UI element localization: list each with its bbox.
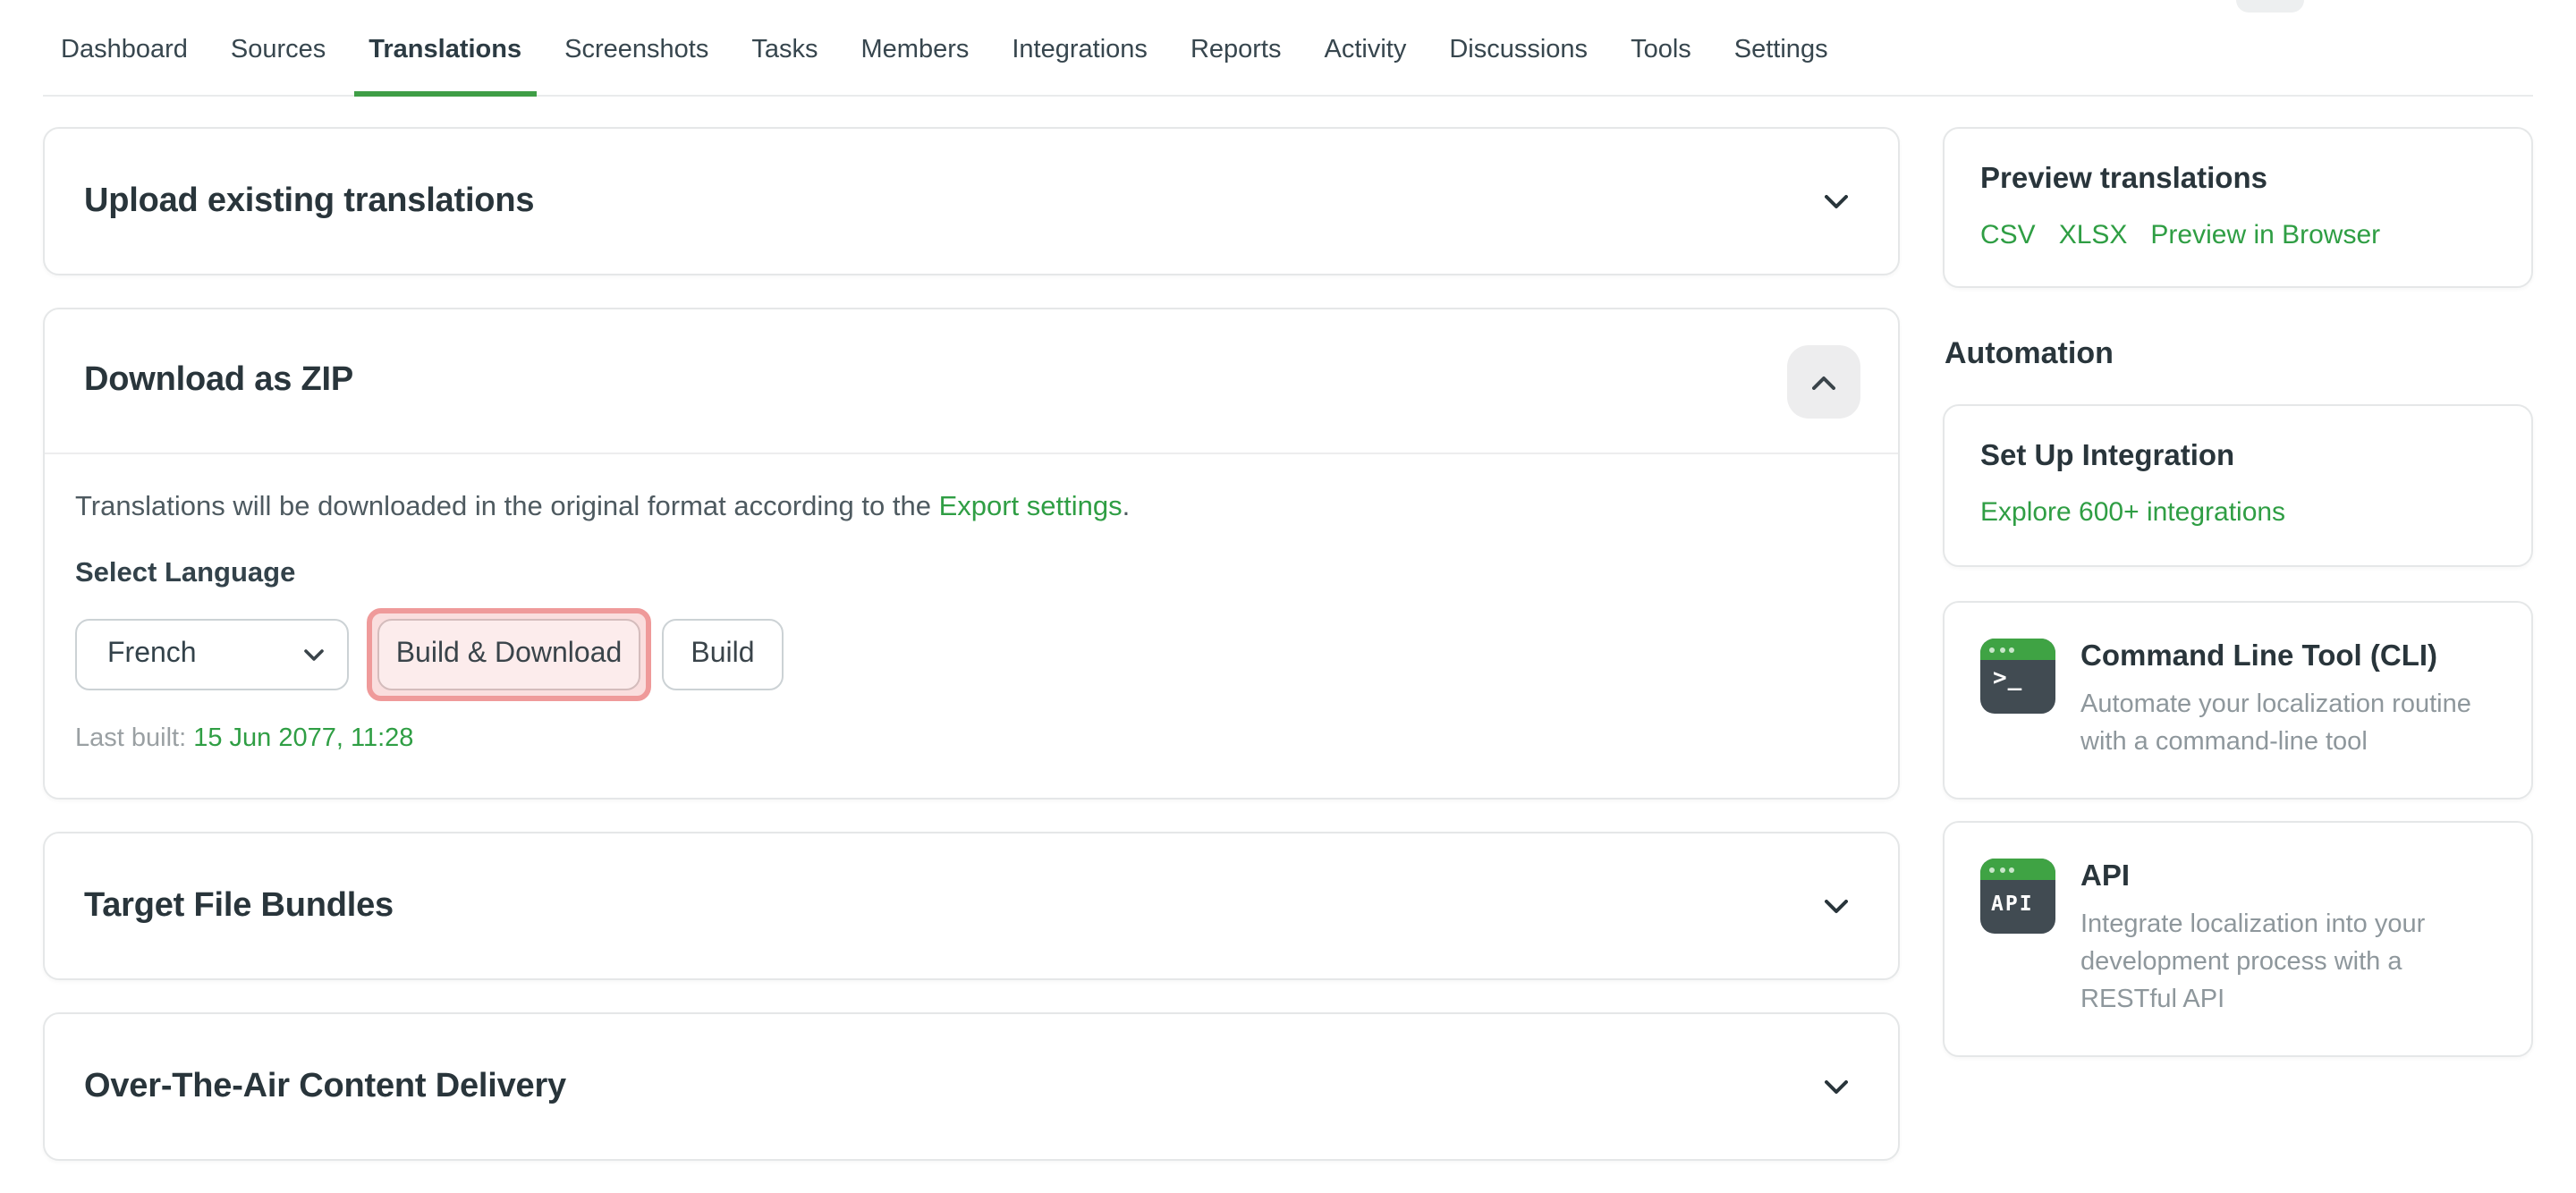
automation-heading: Automation xyxy=(1945,336,2533,372)
window-dot xyxy=(2009,867,2014,872)
chevron-up-icon xyxy=(1812,368,1835,394)
tab-settings[interactable]: Settings xyxy=(1720,0,1843,97)
select-language-label: Select Language xyxy=(75,558,1862,590)
chevron-down-icon xyxy=(1825,1079,1848,1094)
preview-translations-title: Preview translations xyxy=(1980,163,2496,197)
tab-sources[interactable]: Sources xyxy=(216,0,340,97)
tab-reports[interactable]: Reports xyxy=(1176,0,1296,97)
tab-tasks[interactable]: Tasks xyxy=(737,0,832,97)
tab-integrations[interactable]: Integrations xyxy=(997,0,1162,97)
sidebar: Preview translations CSV XLSX Preview in… xyxy=(1943,127,2533,1193)
window-dot xyxy=(1999,867,2004,872)
panel-title: Over-The-Air Content Delivery xyxy=(84,1067,566,1106)
language-select-value: French xyxy=(107,639,197,671)
build-button[interactable]: Build xyxy=(662,619,784,690)
partially-visible-top-pill xyxy=(2236,0,2304,13)
chevron-down-icon xyxy=(1825,899,1848,913)
api-description: Integrate localization into your develop… xyxy=(2080,907,2496,1020)
download-as-zip-header[interactable]: Download as ZIP xyxy=(45,309,1898,453)
preview-translations-card: Preview translations CSV XLSX Preview in… xyxy=(1943,127,2533,288)
cli-description: Automate your localization routine with … xyxy=(2080,687,2496,762)
csv-link[interactable]: CSV xyxy=(1980,220,2036,250)
tab-dashboard[interactable]: Dashboard xyxy=(47,0,202,97)
tab-screenshots[interactable]: Screenshots xyxy=(550,0,723,97)
main-column: Upload existing translations Download as… xyxy=(43,127,1900,1193)
last-built-date: 15 Jun 2077, 11:28 xyxy=(193,724,413,753)
export-settings-link[interactable]: Export settings xyxy=(939,492,1123,522)
xlsx-link[interactable]: XLSX xyxy=(2059,220,2128,250)
explore-integrations-link[interactable]: Explore 600+ integrations xyxy=(1980,497,2285,528)
window-dot xyxy=(1999,647,2004,652)
last-built-status: Last built: 15 Jun 2077, 11:28 xyxy=(75,724,1862,753)
panel-title: Target File Bundles xyxy=(84,886,394,926)
page: Dashboard Sources Translations Screensho… xyxy=(0,0,2576,1179)
panel-upload-existing-translations[interactable]: Upload existing translations xyxy=(43,127,1900,275)
tab-members[interactable]: Members xyxy=(847,0,984,97)
download-description: Translations will be downloaded in the o… xyxy=(75,492,1862,524)
api-promo-card[interactable]: API API Integrate localization into your… xyxy=(1943,821,2533,1057)
terminal-cli-icon: >_ xyxy=(1980,639,2055,714)
terminal-prompt-glyph: >_ xyxy=(1980,660,2055,692)
chevron-down-icon xyxy=(1825,194,1848,208)
panel-title: Download as ZIP xyxy=(84,361,353,401)
panel-download-as-zip: Download as ZIP Translations will be dow… xyxy=(43,308,1900,800)
window-dot xyxy=(1989,867,1995,872)
set-up-integration-card: Set Up Integration Explore 600+ integrat… xyxy=(1943,404,2533,567)
tab-translations[interactable]: Translations xyxy=(354,0,536,97)
project-tab-bar: Dashboard Sources Translations Screensho… xyxy=(43,0,2533,97)
panel-target-file-bundles[interactable]: Target File Bundles xyxy=(43,832,1900,980)
select-caret-icon xyxy=(304,639,324,671)
panel-over-the-air-content-delivery[interactable]: Over-The-Air Content Delivery xyxy=(43,1012,1900,1161)
api-title: API xyxy=(2080,859,2496,896)
set-up-integration-title: Set Up Integration xyxy=(1980,440,2496,474)
action-highlight-box: Build & Download xyxy=(367,608,651,701)
build-and-download-button[interactable]: Build & Download xyxy=(377,619,640,690)
panel-title: Upload existing translations xyxy=(84,182,534,221)
tab-discussions[interactable]: Discussions xyxy=(1435,0,1602,97)
preview-in-browser-link[interactable]: Preview in Browser xyxy=(2150,220,2380,250)
cli-promo-card[interactable]: >_ Command Line Tool (CLI) Automate your… xyxy=(1943,601,2533,800)
api-icon-label: API xyxy=(1980,880,2055,916)
cli-title: Command Line Tool (CLI) xyxy=(2080,639,2496,676)
language-select[interactable]: French xyxy=(75,619,349,690)
window-dot xyxy=(2009,647,2014,652)
window-dot xyxy=(1989,647,1995,652)
tab-activity[interactable]: Activity xyxy=(1310,0,1421,97)
tab-tools[interactable]: Tools xyxy=(1616,0,1706,97)
collapse-panel-button[interactable] xyxy=(1787,344,1860,418)
api-terminal-icon: API xyxy=(1980,859,2055,934)
